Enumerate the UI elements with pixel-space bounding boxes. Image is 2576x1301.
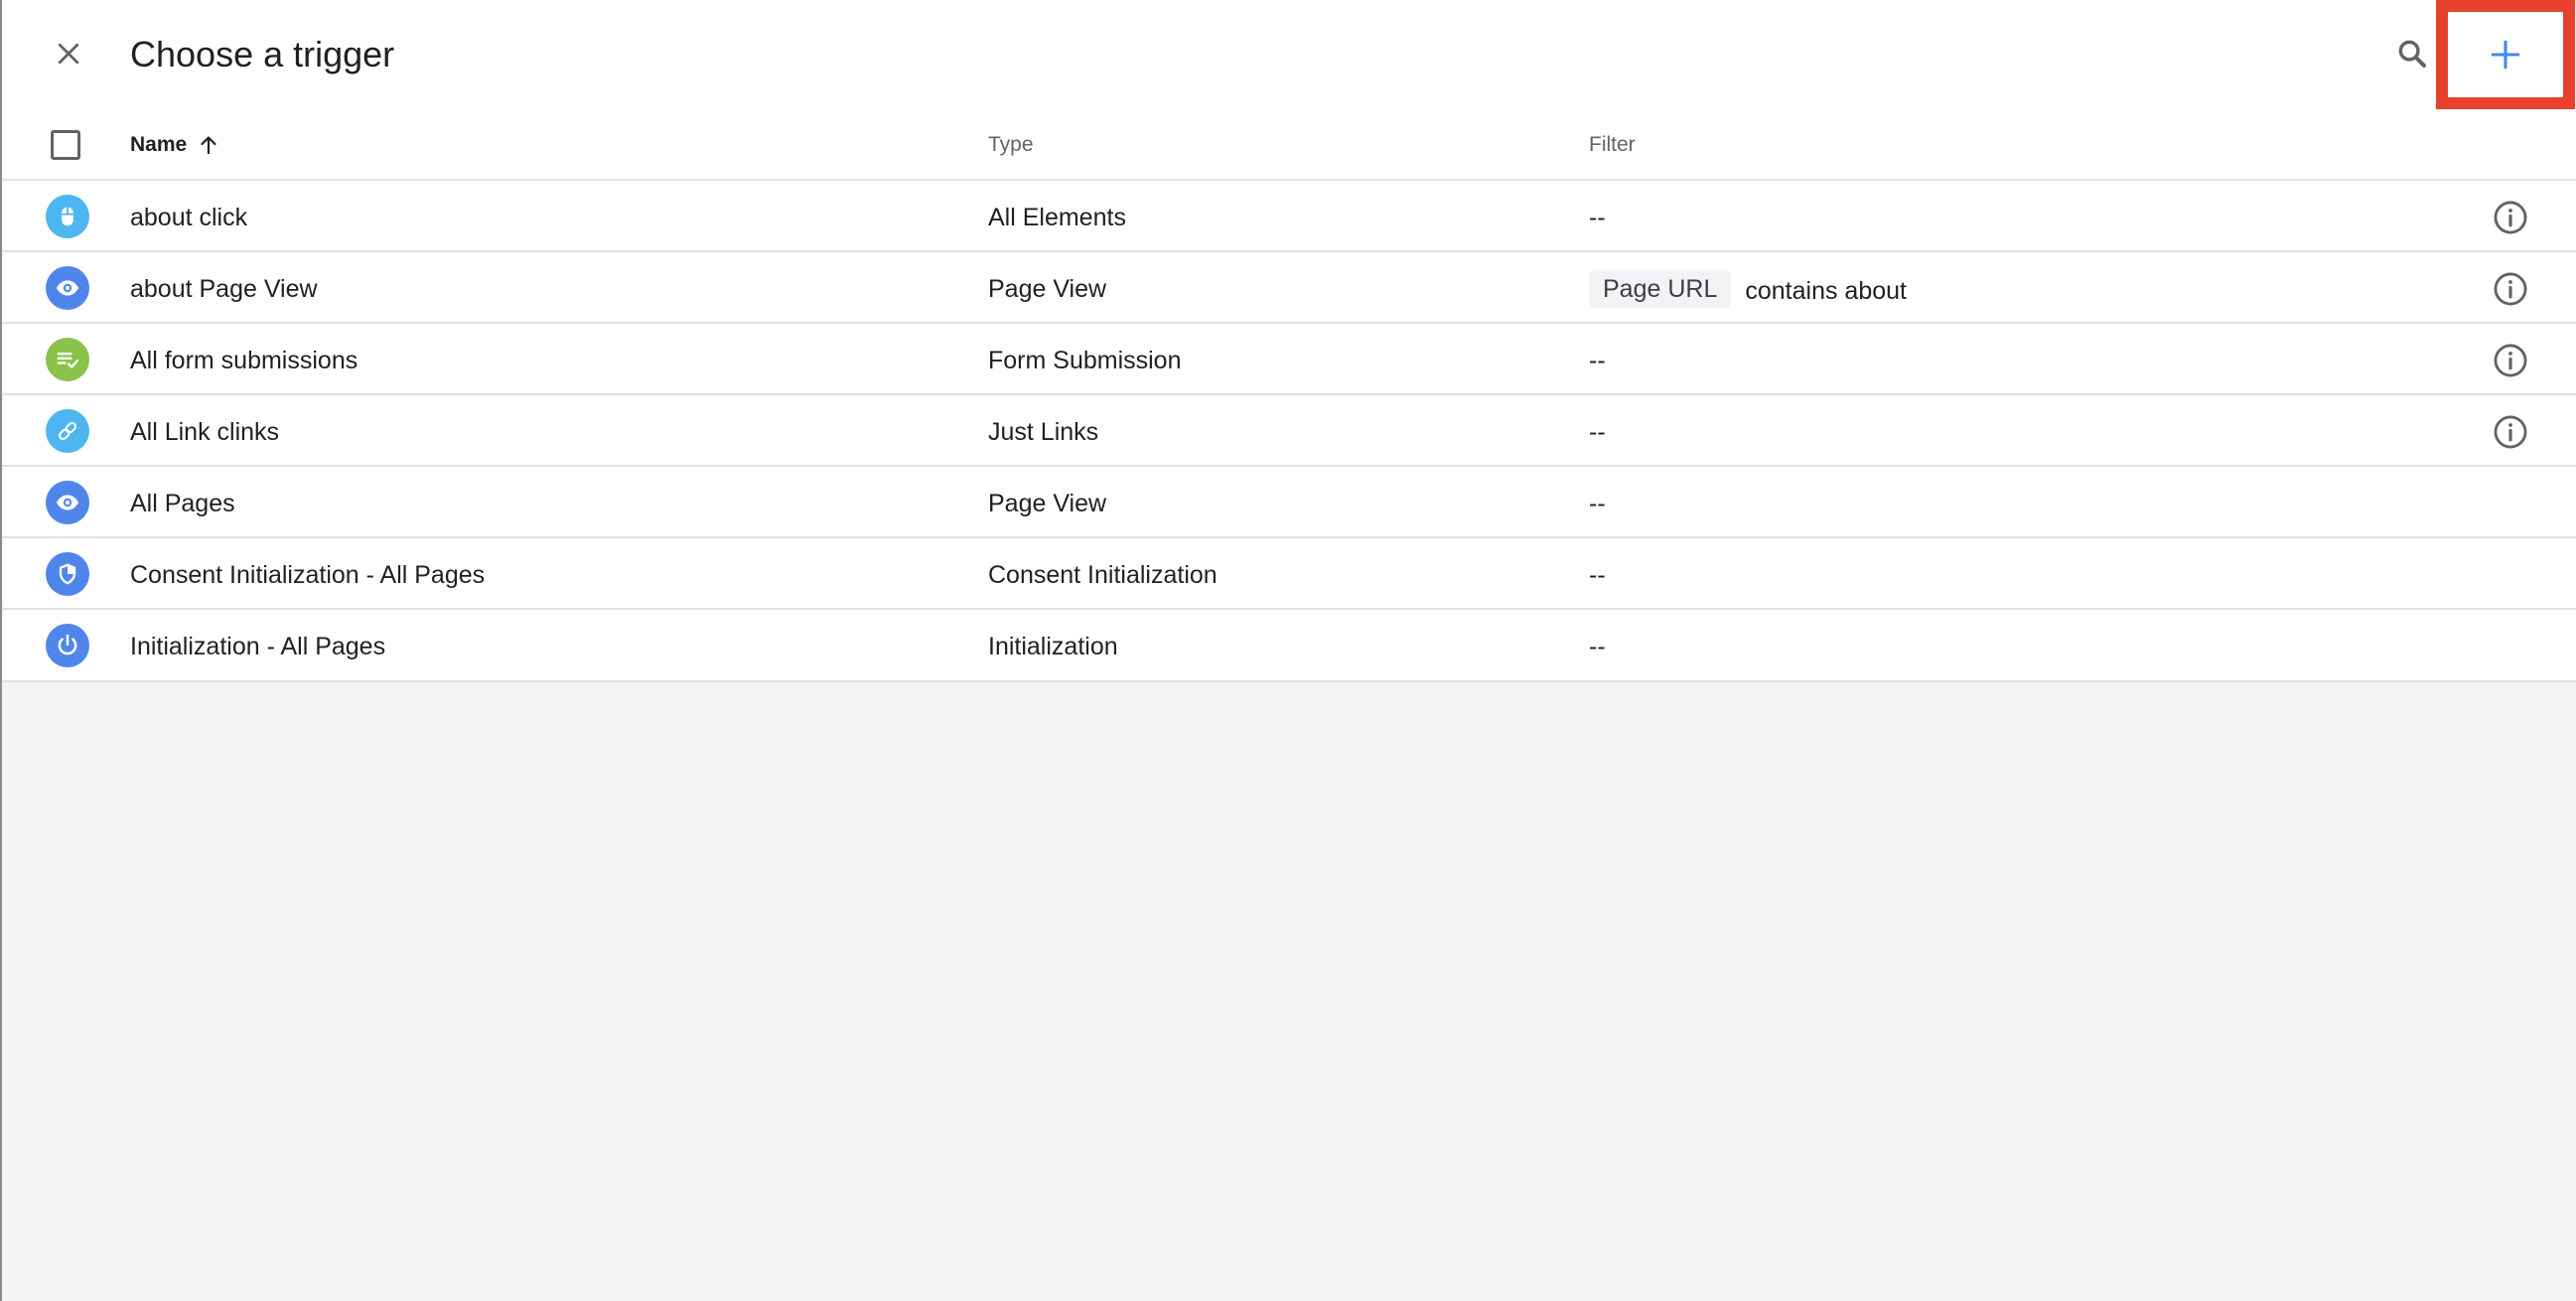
table-row[interactable]: All Link clinks Just Links --: [3, 395, 2576, 467]
trigger-list: about click All Elements -- about Page V…: [3, 181, 2576, 681]
filter-variable-chip: Page URL: [1589, 270, 1732, 308]
plus-icon: [2491, 40, 2520, 70]
column-name-label: Name: [130, 133, 188, 156]
trigger-filter: --: [1589, 417, 1606, 447]
filter-text: --: [1589, 347, 1606, 374]
arrow-up-icon: [201, 136, 216, 155]
trigger-picker-panel: Choose a trigger Name Type Filter about …: [3, 0, 2576, 682]
info-button[interactable]: [2491, 198, 2530, 237]
trigger-type: Consent Initialization: [988, 561, 1217, 589]
table-row[interactable]: Consent Initialization - All Pages Conse…: [3, 538, 2576, 610]
link-icon: [46, 409, 89, 453]
shield-icon: [46, 552, 89, 596]
trigger-filter: --: [1589, 489, 1606, 518]
close-icon: [58, 43, 79, 65]
filter-text: --: [1589, 561, 1606, 589]
search-button[interactable]: [2386, 28, 2438, 79]
filter-text: --: [1589, 490, 1606, 517]
column-header-filter[interactable]: Filter: [1589, 133, 1636, 157]
filter-text: contains about: [1745, 277, 1907, 305]
mouse-icon: [46, 195, 89, 238]
trigger-type: Page View: [988, 275, 1107, 303]
trigger-name: Initialization - All Pages: [130, 633, 386, 660]
eye-icon: [46, 266, 89, 310]
trigger-type: Initialization: [988, 633, 1118, 660]
filter-text: --: [1589, 633, 1606, 660]
info-icon: [2494, 201, 2527, 234]
search-icon: [2398, 40, 2427, 69]
table-row[interactable]: All form submissions Form Submission --: [3, 324, 2576, 395]
table-row[interactable]: Initialization - All Pages Initializatio…: [3, 610, 2576, 681]
column-header-name[interactable]: Name: [130, 133, 220, 157]
info-button[interactable]: [2491, 341, 2530, 380]
trigger-name: Consent Initialization - All Pages: [130, 561, 486, 589]
form-check-icon: [46, 338, 89, 381]
window-edge: [0, 0, 2, 1301]
filter-text: --: [1589, 418, 1606, 446]
power-icon: [46, 624, 89, 667]
trigger-name: about click: [130, 204, 248, 231]
filter-text: --: [1589, 204, 1606, 231]
column-header-type[interactable]: Type: [988, 133, 1034, 157]
trigger-filter: Page URL contains about: [1589, 270, 1907, 308]
add-trigger-button[interactable]: [2436, 0, 2575, 109]
table-header: Name Type Filter: [3, 109, 2576, 181]
trigger-filter: --: [1589, 632, 1606, 661]
trigger-type: Just Links: [988, 418, 1099, 446]
table-row[interactable]: about Page View Page View Page URL conta…: [3, 252, 2576, 324]
info-button[interactable]: [2491, 412, 2530, 452]
trigger-name: All Link clinks: [130, 418, 280, 446]
trigger-filter: --: [1589, 203, 1606, 232]
table-row[interactable]: about click All Elements --: [3, 181, 2576, 252]
info-icon: [2494, 272, 2527, 306]
trigger-type: Page View: [988, 490, 1107, 517]
info-icon: [2494, 344, 2527, 377]
trigger-name: about Page View: [130, 275, 318, 303]
panel-header: Choose a trigger: [3, 0, 2576, 109]
close-button[interactable]: [45, 30, 92, 77]
trigger-filter: --: [1589, 560, 1606, 590]
info-button[interactable]: [2491, 269, 2530, 309]
info-icon: [2494, 415, 2527, 449]
trigger-type: Form Submission: [988, 347, 1182, 374]
select-all-checkbox[interactable]: [51, 130, 80, 160]
table-row[interactable]: All Pages Page View --: [3, 467, 2576, 538]
page-title: Choose a trigger: [130, 34, 395, 74]
trigger-type: All Elements: [988, 204, 1126, 231]
eye-icon: [46, 481, 89, 524]
trigger-name: All form submissions: [130, 347, 358, 374]
trigger-filter: --: [1589, 346, 1606, 375]
trigger-name: All Pages: [130, 490, 235, 517]
